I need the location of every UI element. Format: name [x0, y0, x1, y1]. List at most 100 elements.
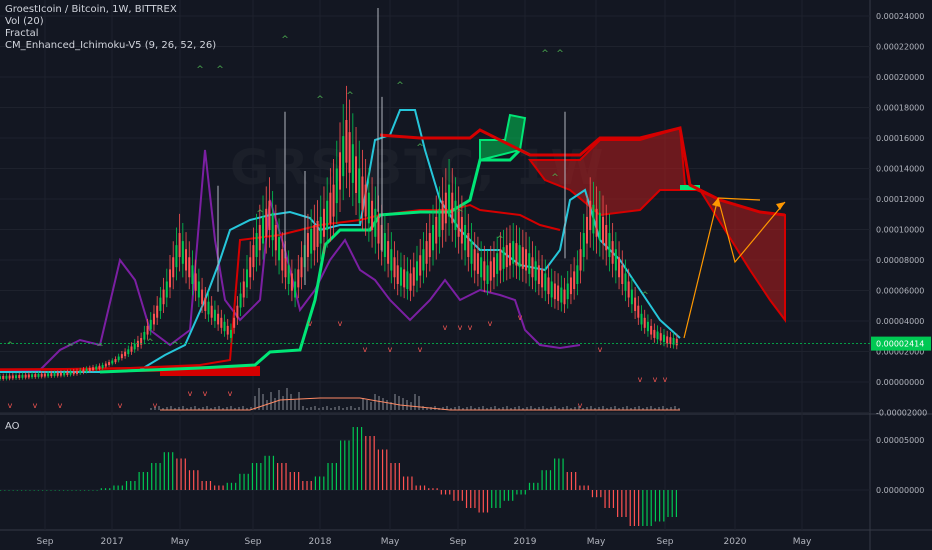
fractal-down-marker: v [663, 375, 668, 384]
ao-bar [151, 463, 153, 490]
candle-body [396, 265, 399, 284]
candle-body [43, 373, 46, 377]
volume-bar [358, 407, 360, 410]
candle-body [124, 351, 127, 357]
ao-bar [394, 463, 396, 490]
candle-body [204, 297, 207, 311]
candle-body [348, 132, 351, 173]
ao-bar [197, 470, 199, 490]
projection-arrowhead [776, 202, 785, 210]
candle-body [172, 257, 175, 278]
candle-body [358, 168, 361, 204]
volume-bar [554, 406, 556, 410]
candle-body [185, 249, 188, 271]
legend-fractal[interactable]: Fractal [5, 28, 216, 40]
candle-body [403, 269, 406, 288]
candle-body [175, 245, 178, 268]
candle-body [419, 255, 422, 276]
ao-pane-label[interactable]: AO [5, 421, 20, 432]
ao-bar [298, 472, 300, 490]
ao-tick-label: 0.00005000 [876, 436, 924, 445]
candle-body [579, 249, 582, 271]
volume-bar [270, 392, 272, 410]
candle-body [634, 297, 637, 311]
ao-bar [671, 490, 673, 517]
ao-bar [109, 488, 111, 490]
volume-bar [290, 394, 292, 410]
candle-body [627, 281, 630, 298]
fractal-up-marker: ^ [416, 143, 424, 153]
candle-body [300, 257, 303, 278]
legend-title[interactable]: GroestIcoin / Bitcoin, 1W, BITTREX [5, 4, 216, 16]
candle-body [316, 220, 319, 247]
candle-body [486, 265, 489, 284]
ao-bar [235, 482, 237, 490]
fractal-up-marker: ^ [456, 209, 464, 219]
candle-body [473, 249, 476, 271]
ao-bar [167, 452, 170, 490]
senkou-bull-line [99, 148, 531, 374]
price-chart[interactable]: ^ ^ ^ ^ ^^ ^^^^ ^^^^^^^ ^^^v v v v vv v vv vv v vv v v vvvv… [0, 0, 932, 550]
volume-bar [330, 408, 332, 410]
ao-bar [29, 490, 31, 491]
candle-body [624, 273, 627, 291]
ao-bar [533, 482, 535, 490]
volume-bar [386, 400, 388, 410]
ao-bar [50, 490, 52, 491]
candle-body [470, 241, 473, 264]
volume-bar [182, 406, 184, 410]
volume-bar [578, 406, 580, 410]
candle-body [666, 336, 669, 344]
ao-bar [520, 490, 522, 495]
candle-body [306, 233, 309, 258]
candle-body [646, 321, 649, 332]
candle-body [2, 375, 5, 379]
ao-bar [306, 481, 308, 490]
candle-body [82, 369, 85, 373]
ao-bar [37, 490, 39, 491]
candle-body [460, 216, 463, 244]
ao-bar [659, 490, 661, 522]
candle-body [563, 289, 566, 305]
ao-bar [377, 449, 379, 490]
fractal-down-marker: v [468, 323, 473, 332]
y-tick-label: 0.00022000 [876, 43, 924, 52]
ao-bar [486, 490, 489, 513]
candle-body [191, 265, 194, 284]
candle-body [499, 249, 502, 271]
candle-body [294, 281, 297, 298]
volume-bar [194, 406, 196, 410]
candle-body [85, 368, 88, 372]
ao-bar [71, 490, 73, 491]
fractal-down-marker: v [363, 345, 368, 354]
ao-bar [583, 485, 585, 490]
ao-bar [528, 482, 531, 490]
candle-body [582, 233, 585, 258]
ao-bar [256, 463, 258, 490]
candle-body [156, 305, 159, 318]
candle-body [117, 356, 120, 361]
volume-bar [422, 406, 424, 410]
volume-bar [566, 406, 568, 410]
legend-vol[interactable]: Vol (20) [5, 16, 216, 28]
ao-bar [314, 476, 317, 490]
ao-bar [625, 490, 627, 517]
ao-bar [570, 472, 573, 490]
x-tick-label: 2019 [514, 537, 537, 547]
legend-ichimoku[interactable]: CM_Enhanced_Ichimoku-V5 (9, 26, 52, 26) [5, 40, 216, 52]
candle-body [435, 216, 438, 244]
candle-body [229, 329, 232, 338]
ao-bar [201, 481, 203, 490]
candle-body [201, 289, 204, 305]
ao-bar [495, 490, 497, 508]
fractal-up-marker: ^ [556, 49, 564, 59]
ao-bar [239, 473, 241, 490]
ao-bar [163, 452, 165, 490]
ao-bar [121, 485, 123, 490]
candle-body [271, 212, 274, 241]
candle-body [377, 216, 380, 244]
volume-bar [378, 396, 380, 410]
volume-bar [518, 406, 520, 410]
volume-bar [362, 398, 364, 410]
volume-bar [218, 406, 220, 410]
